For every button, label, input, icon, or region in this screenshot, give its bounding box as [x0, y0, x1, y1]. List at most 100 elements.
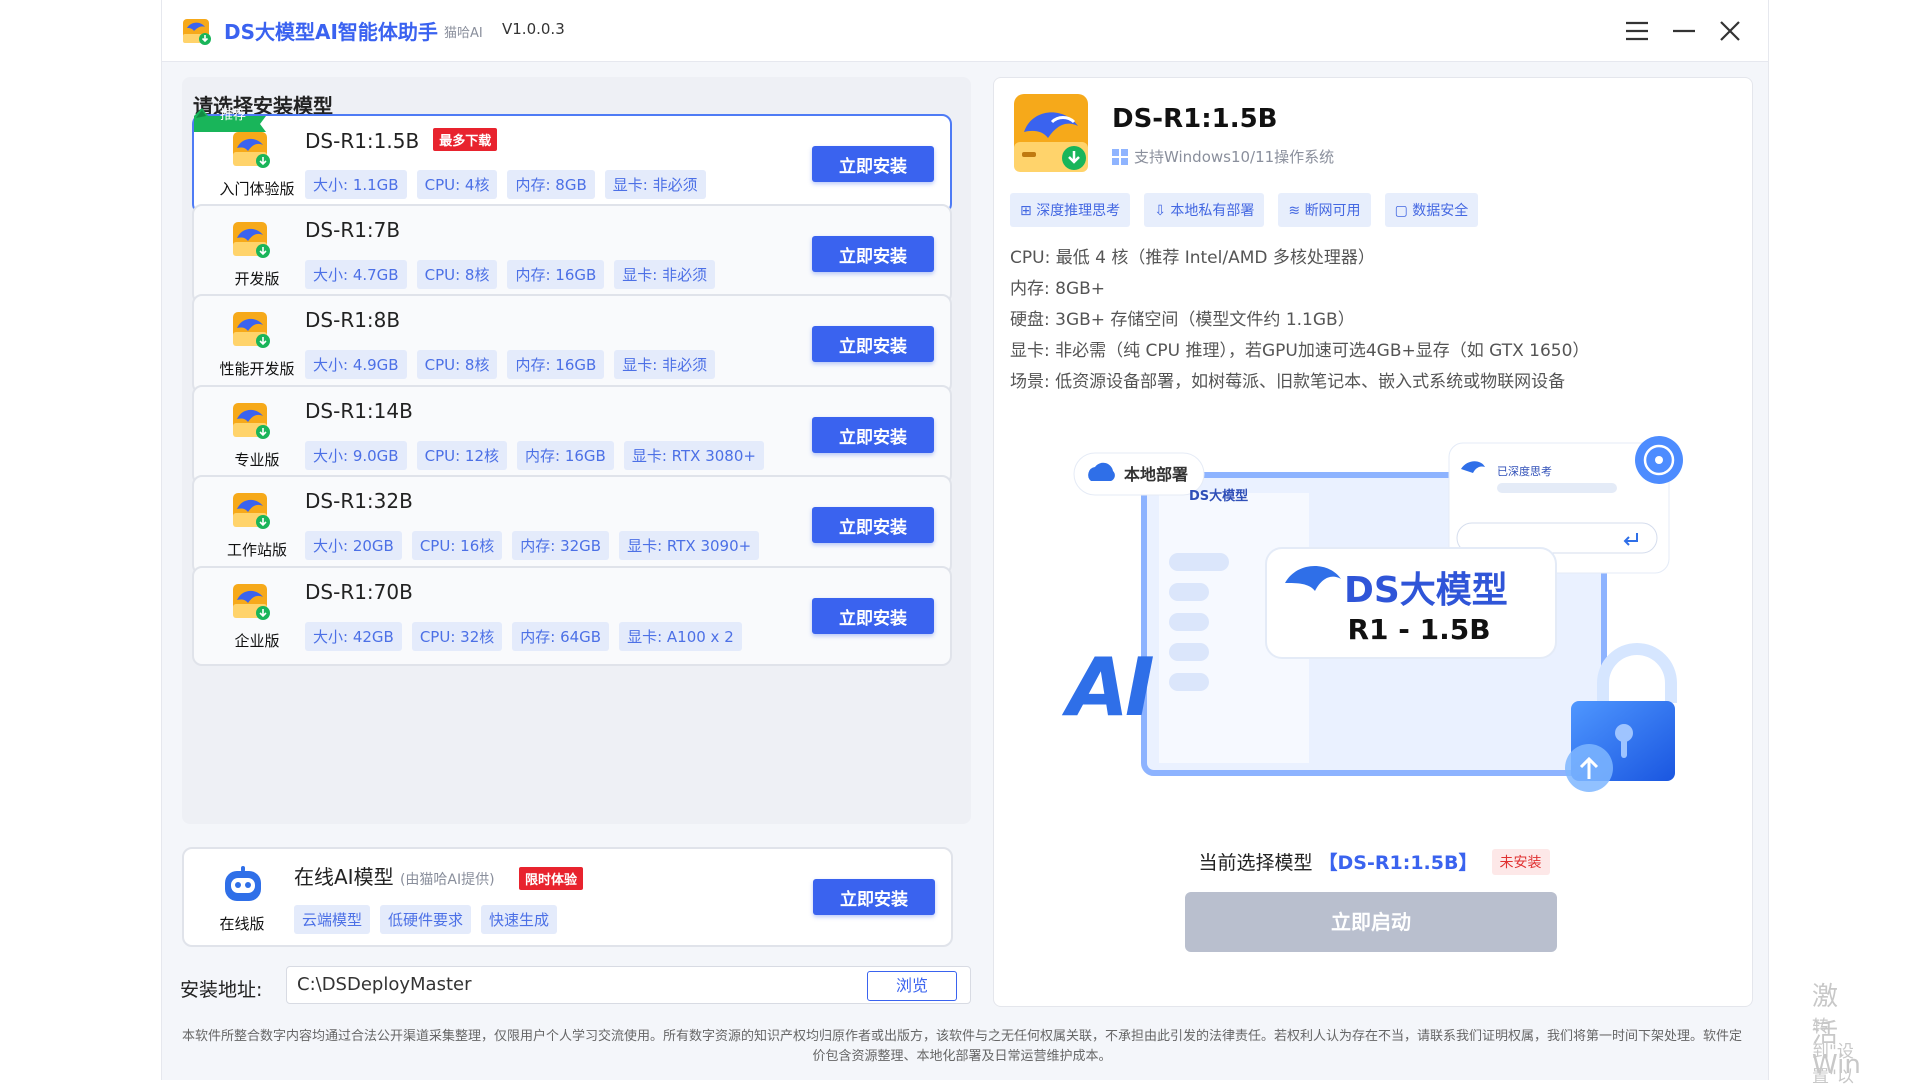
- current-model: 【DS-R1:1.5B】: [1318, 852, 1478, 874]
- model-icon: [233, 584, 270, 620]
- robot-icon: [225, 866, 261, 901]
- install-button[interactable]: 立即安装: [812, 326, 934, 362]
- spec-tag: CPU: 32核: [411, 622, 503, 651]
- close-icon[interactable]: [1713, 14, 1747, 48]
- model-name: DS-R1:70B: [305, 580, 413, 604]
- model-app-icon: [1014, 94, 1088, 172]
- model-card[interactable]: 开发版 DS-R1:7B 大小: 4.7GB CPU: 8核 内存: 16GB 显卡: 非…: [192, 204, 952, 304]
- current-selection: 当前选择模型 【DS-R1:1.5B】 未安装: [994, 848, 1754, 875]
- title-bar: DS大模型AI智能体助手 猫哈AI V1.0.0.3: [162, 0, 1768, 62]
- model-edition: 性能开发版: [219, 360, 295, 378]
- online-model-card[interactable]: 在线版 在线AI模型 (由猫哈AI提供) 限时体验 云端模型 低硬件要求 快速生…: [182, 847, 953, 947]
- model-detail-panel: DS-R1:1.5B 支持Windows10/11操作系统 ⊞ 深度推理思考 ⇩…: [993, 77, 1753, 1007]
- spec-tag: CPU: 8核: [416, 260, 498, 289]
- online-model-name: 在线AI模型 (由猫哈AI提供) 限时体验: [294, 861, 583, 890]
- local-deploy-label: 本地部署: [1124, 465, 1189, 484]
- app-title: DS大模型AI智能体助手: [224, 20, 438, 44]
- model-edition: 企业版: [234, 632, 280, 650]
- spec-tag: CPU: 4核: [416, 170, 498, 199]
- model-name: DS-R1:14B: [305, 399, 413, 423]
- app-logo-icon: [183, 19, 211, 45]
- model-edition: 入门体验版: [219, 180, 295, 198]
- feature-tag-reasoning: ⊞ 深度推理思考: [1010, 193, 1131, 227]
- model-card[interactable]: 推荐入门体验版 DS-R1:1.5B 最多下载大小: 1.1GB CPU: 4核 内存:…: [192, 108, 952, 214]
- online-install-button[interactable]: 立即安装: [813, 879, 935, 915]
- model-name: DS-R1:7B: [305, 218, 401, 242]
- model-tags: 大小: 20GB CPU: 16核 内存: 32GB 显卡: RTX 3090+: [305, 531, 760, 560]
- install-button[interactable]: 立即安装: [812, 417, 934, 453]
- model-name: DS-R1:32B: [305, 489, 413, 513]
- spec-tag: 内存: 16GB: [507, 350, 605, 379]
- illus-brand-small: DS大模型: [1189, 489, 1249, 504]
- detail-model-name: DS-R1:1.5B: [1112, 104, 1278, 134]
- model-edition: 工作站版: [226, 541, 287, 559]
- feature-tag-security: ▢ 数据安全: [1384, 193, 1479, 227]
- spec-tag: 显卡: 非必须: [614, 350, 716, 379]
- spec-tag: 内存: 32GB: [512, 531, 610, 560]
- spec-tag: 大小: 9.0GB: [305, 441, 407, 470]
- model-edition: 开发版: [234, 270, 280, 288]
- spec-gpu: 显卡: 非必需（纯 CPU 推理），若GPU加速可选4GB+显存（如 GTX 1…: [1010, 341, 1590, 361]
- spec-tag: 内存: 16GB: [507, 260, 605, 289]
- activation-watermark-sub: 转到"设置"以: [1812, 1017, 1854, 1087]
- model-icon: [233, 222, 270, 258]
- model-tags: 大小: 1.1GB CPU: 4核 内存: 8GB 显卡: 非必须: [305, 170, 706, 199]
- model-name: DS-R1:1.5B 最多下载: [305, 128, 498, 153]
- illus-thinking: 已深度思考: [1497, 465, 1552, 478]
- spec-tag: CPU: 16核: [411, 531, 503, 560]
- feature-tag-local: ⇩ 本地私有部署: [1144, 193, 1265, 227]
- spec-tag: 显卡: 非必须: [604, 170, 706, 199]
- menu-icon[interactable]: [1620, 14, 1654, 48]
- model-card[interactable]: 企业版 DS-R1:70B 大小: 42GB CPU: 32核 内存: 64GB 显卡: …: [192, 566, 952, 666]
- spec-tag: 大小: 1.1GB: [305, 170, 407, 199]
- spec-tag: 大小: 42GB: [305, 622, 402, 651]
- illus-brand-big: DS大模型: [1344, 570, 1508, 611]
- minimize-icon[interactable]: [1667, 14, 1701, 48]
- windows-icon: [1112, 148, 1128, 165]
- launch-button[interactable]: 立即启动: [1185, 892, 1557, 952]
- online-tags: 云端模型 低硬件要求 快速生成: [294, 905, 558, 934]
- app-version: V1.0.0.3: [502, 20, 565, 38]
- recommend-label: 推荐: [220, 108, 247, 123]
- model-tags: 大小: 9.0GB CPU: 12核 内存: 16GB 显卡: RTX 3080+: [305, 441, 764, 470]
- spec-disk: 硬盘: 3GB+ 存储空间（模型文件约 1.1GB）: [1010, 310, 1355, 330]
- install-path-label: 安装地址:: [180, 979, 263, 1001]
- model-name: DS-R1:8B: [305, 308, 401, 332]
- spec-tag: 大小: 20GB: [305, 531, 402, 560]
- spec-tag: 显卡: RTX 3090+: [619, 531, 760, 560]
- online-tag: 快速生成: [481, 905, 558, 934]
- spec-tag: 内存: 64GB: [512, 622, 610, 651]
- feature-tags: ⊞ 深度推理思考 ⇩ 本地私有部署 ≋ 断网可用 ▢ 数据安全: [1010, 193, 1479, 227]
- install-button[interactable]: 立即安装: [812, 598, 934, 634]
- spec-scenario: 场景: 低资源设备部署，如树莓派、旧款笔记本、嵌入式系统或物联网设备: [1010, 372, 1566, 392]
- spec-cpu: CPU: 最低 4 核（推荐 Intel/AMD 多核处理器）: [1010, 248, 1375, 268]
- install-button[interactable]: 立即安装: [812, 146, 934, 182]
- spec-tag: 显卡: 非必须: [614, 260, 716, 289]
- install-button[interactable]: 立即安装: [812, 236, 934, 272]
- limited-badge: 限时体验: [518, 867, 583, 890]
- illus-model-label: R1 - 1.5B: [1347, 613, 1491, 646]
- online-tag: 云端模型: [294, 905, 371, 934]
- model-card[interactable]: 性能开发版 DS-R1:8B 大小: 4.9GB CPU: 8核 内存: 16GB 显卡:…: [192, 294, 952, 394]
- spec-tag: 内存: 16GB: [517, 441, 614, 470]
- model-icon: [233, 312, 270, 348]
- footer-disclaimer: 本软件所整合数字内容均通过合法公开渠道采集整理，仅限用户个人学习交流使用。所有数…: [182, 1029, 1743, 1064]
- model-tags: 大小: 42GB CPU: 32核 内存: 64GB 显卡: A100 x 2: [305, 622, 742, 651]
- model-tags: 大小: 4.9GB CPU: 8核 内存: 16GB 显卡: 非必须: [305, 350, 716, 379]
- spec-tag: 内存: 8GB: [507, 170, 595, 199]
- model-icon: [233, 493, 270, 529]
- model-card[interactable]: 工作站版 DS-R1:32B 大小: 20GB CPU: 16核 内存: 32GB 显卡:…: [192, 475, 952, 575]
- spec-tag: 显卡: RTX 3080+: [623, 441, 764, 470]
- model-icon: [233, 403, 270, 439]
- online-edition: 在线版: [219, 915, 265, 933]
- status-badge: 未安装: [1491, 849, 1550, 875]
- ai-label: AI: [1067, 641, 1155, 734]
- install-button[interactable]: 立即安装: [812, 507, 934, 543]
- most-downloaded-badge: 最多下载: [433, 128, 498, 151]
- browse-button[interactable]: 浏览: [867, 971, 957, 1001]
- os-support: 支持Windows10/11操作系统: [1112, 146, 1334, 167]
- model-card[interactable]: 专业版 DS-R1:14B 大小: 9.0GB CPU: 12核 内存: 16GB 显卡:…: [192, 385, 952, 485]
- spec-tag: CPU: 8核: [416, 350, 498, 379]
- feature-tag-offline: ≋ 断网可用: [1278, 193, 1371, 227]
- spec-tag: 显卡: A100 x 2: [619, 622, 742, 651]
